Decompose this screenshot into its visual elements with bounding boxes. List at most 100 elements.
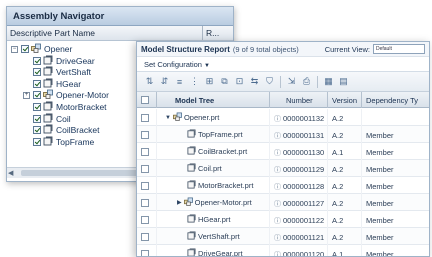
collapse-icon[interactable]: ⇵ — [158, 75, 171, 88]
model-name[interactable]: TopFrame.prt — [198, 130, 243, 139]
current-view-select[interactable]: Default — [373, 44, 425, 54]
number-value: 0000001129 — [283, 165, 325, 174]
visibility-checkbox[interactable] — [33, 68, 41, 77]
column-dependency-type[interactable]: Dependency Ty — [362, 92, 429, 108]
table-row[interactable]: ▶ Opener-Motor.prt ⓘ 0000001127 A.2 Member — [137, 194, 429, 211]
info-icon[interactable]: ⓘ — [274, 116, 281, 123]
visibility-checkbox[interactable] — [33, 91, 41, 100]
info-icon[interactable]: ⓘ — [274, 252, 281, 256]
row-select-cell[interactable] — [137, 126, 157, 143]
table-row[interactable]: DriveGear.prt ⓘ 0000001120 A.1 Member — [137, 245, 429, 256]
column-ref[interactable]: R... — [203, 26, 233, 40]
info-icon[interactable]: ⓘ — [274, 184, 281, 191]
copy-icon[interactable]: ⧉ — [218, 75, 231, 88]
expand-icon[interactable]: ⇅ — [143, 75, 156, 88]
dependency-cell: Member — [366, 131, 394, 140]
visibility-checkbox[interactable] — [33, 79, 41, 88]
row-checkbox[interactable] — [141, 216, 149, 224]
column-descriptive-part-name[interactable]: Descriptive Part Name — [7, 26, 203, 40]
navigator-tree-item[interactable]: DriveGear — [33, 55, 95, 67]
info-icon[interactable]: ⓘ — [274, 235, 281, 242]
row-checkbox[interactable] — [141, 233, 149, 241]
number-cell: ⓘ 0000001131 — [270, 126, 328, 143]
scroll-left-icon[interactable]: ◀ — [8, 169, 17, 177]
table-row[interactable]: TopFrame.prt ⓘ 0000001131 A.2 Member — [137, 126, 429, 143]
column-version[interactable]: Version — [328, 92, 362, 108]
expanded-triangle-icon[interactable]: ▼ — [165, 115, 171, 121]
model-name[interactable]: HGear.prt — [198, 215, 231, 224]
info-icon[interactable]: ⓘ — [274, 133, 281, 140]
tree-icon[interactable]: ⊞ — [203, 75, 216, 88]
navigator-item-label: DriveGear — [56, 55, 95, 66]
collapse-icon[interactable]: − — [11, 45, 18, 53]
table-row[interactable]: ▼ Opener.prt ⓘ 0000001132 A.2 — [137, 109, 429, 126]
select-all-checkbox[interactable] — [141, 96, 149, 104]
table-row[interactable]: HGear.prt ⓘ 0000001122 A.2 Member — [137, 211, 429, 228]
row-select-cell[interactable] — [137, 245, 157, 256]
table-icon[interactable]: ▦ — [322, 75, 335, 88]
number-value: 0000001122 — [283, 216, 325, 225]
navigator-tree-item[interactable]: MotorBracket — [33, 101, 107, 113]
row-select-cell[interactable] — [137, 194, 157, 211]
info-icon[interactable]: ⓘ — [274, 150, 281, 157]
visibility-checkbox[interactable] — [33, 103, 41, 111]
part-icon — [43, 113, 56, 125]
row-checkbox[interactable] — [141, 114, 149, 122]
navigator-tree-item[interactable]: VertShaft — [33, 66, 91, 78]
number-value: 0000001130 — [283, 148, 325, 157]
expand-icon[interactable]: + — [23, 91, 30, 99]
visibility-checkbox[interactable] — [33, 56, 41, 65]
row-select-cell[interactable] — [137, 143, 157, 160]
export-icon[interactable]: ⇲ — [285, 75, 298, 88]
set-configuration-menu[interactable]: Set Configuration ▼ — [137, 57, 429, 72]
column-model-tree[interactable]: Model Tree — [157, 92, 270, 108]
row-checkbox[interactable] — [141, 199, 149, 207]
model-name[interactable]: Opener-Motor.prt — [195, 198, 252, 207]
navigator-tree-item[interactable]: + Opener-Motor — [23, 89, 109, 101]
info-icon[interactable]: ⓘ — [274, 218, 281, 225]
filter-icon[interactable]: ⛉ — [263, 75, 276, 88]
visibility-checkbox[interactable] — [33, 114, 41, 123]
table-row[interactable]: MotorBracket.prt ⓘ 0000001128 A.2 Member — [137, 177, 429, 194]
print-icon[interactable]: ⎙ — [300, 75, 313, 88]
outdent-icon[interactable]: ⋮ — [188, 75, 201, 88]
table-row[interactable]: Coil.prt ⓘ 0000001129 A.2 Member — [137, 160, 429, 177]
info-icon[interactable]: ⓘ — [274, 167, 281, 174]
row-select-cell[interactable] — [137, 211, 157, 228]
model-name[interactable]: Coil.prt — [198, 164, 222, 173]
navigator-item-label: VertShaft — [56, 67, 91, 78]
model-name[interactable]: MotorBracket.prt — [198, 181, 253, 190]
info-icon[interactable]: ⓘ — [274, 201, 281, 208]
row-select-cell[interactable] — [137, 160, 157, 177]
scrollbar-thumb[interactable] — [21, 170, 141, 176]
row-checkbox[interactable] — [141, 148, 149, 156]
model-name[interactable]: DriveGear.prt — [198, 249, 243, 256]
navigator-tree-item[interactable]: Coil — [33, 113, 71, 125]
navigator-tree-item[interactable]: CoilBracket — [33, 124, 99, 136]
row-select-cell[interactable] — [137, 177, 157, 194]
model-name[interactable]: VertShaft.prt — [198, 232, 240, 241]
column-number[interactable]: Number — [270, 92, 328, 108]
navigator-tree-item[interactable]: TopFrame — [33, 136, 94, 148]
row-select-cell[interactable] — [137, 228, 157, 245]
row-checkbox[interactable] — [141, 165, 149, 173]
row-checkbox[interactable] — [141, 131, 149, 139]
row-checkbox[interactable] — [141, 250, 149, 256]
visibility-checkbox[interactable] — [33, 137, 41, 146]
grid-icon[interactable]: ▤ — [337, 75, 350, 88]
indent-icon[interactable]: ≡ — [173, 75, 186, 88]
collapsed-triangle-icon[interactable]: ▶ — [177, 199, 182, 206]
select-all-column[interactable] — [137, 92, 157, 108]
model-name[interactable]: CoilBracket.prt — [198, 147, 247, 156]
visibility-checkbox[interactable] — [33, 126, 41, 135]
paste-icon[interactable]: ⊡ — [233, 75, 246, 88]
row-checkbox[interactable] — [141, 182, 149, 190]
navigator-tree-item[interactable]: − Opener — [11, 43, 72, 55]
compare-icon[interactable]: ⇆ — [248, 75, 261, 88]
navigator-tree-item[interactable]: HGear — [33, 78, 81, 90]
table-row[interactable]: CoilBracket.prt ⓘ 0000001130 A.1 Member — [137, 143, 429, 160]
model-name[interactable]: Opener.prt — [184, 113, 219, 122]
table-row[interactable]: VertShaft.prt ⓘ 0000001121 A.2 Member — [137, 228, 429, 245]
visibility-checkbox[interactable] — [21, 45, 29, 53]
row-select-cell[interactable] — [137, 109, 157, 126]
